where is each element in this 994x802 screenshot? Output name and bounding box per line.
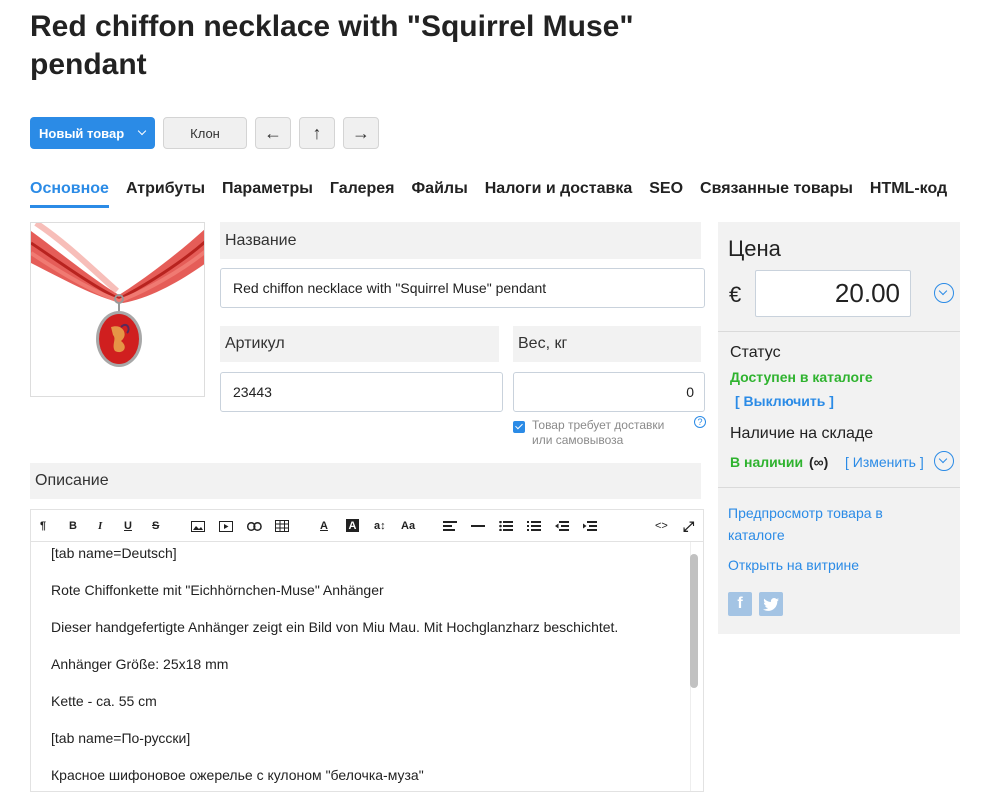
twitter-icon[interactable] bbox=[759, 592, 783, 616]
italic-icon[interactable]: I bbox=[98, 516, 102, 536]
delivery-checkbox-row[interactable]: Товар требует доставки или самовывоза bbox=[513, 418, 708, 448]
tab-files[interactable]: Файлы bbox=[412, 176, 468, 208]
table-icon[interactable] bbox=[275, 516, 289, 536]
up-arrow-icon[interactable]: ↑ bbox=[299, 117, 335, 149]
price-title: Цена bbox=[728, 236, 781, 261]
tab-html-code[interactable]: HTML-код bbox=[870, 176, 947, 208]
preview-link[interactable]: Предпросмотр товара в каталоге bbox=[728, 502, 918, 546]
action-toolbar: Новый товар Клон ← ↑ → bbox=[30, 117, 379, 149]
editor-line: Dieser handgefertigte Anhänger zeigt ein… bbox=[51, 619, 619, 635]
stock-label: Наличие на складе bbox=[730, 425, 874, 442]
new-product-label: Новый товар bbox=[39, 125, 125, 141]
outdent-icon[interactable] bbox=[555, 516, 569, 536]
link-icon[interactable] bbox=[247, 516, 262, 536]
tab-seo[interactable]: SEO bbox=[649, 176, 683, 208]
editor-line: Kette - ca. 55 cm bbox=[51, 693, 157, 709]
image-icon[interactable] bbox=[191, 516, 205, 536]
next-arrow-icon[interactable]: → bbox=[343, 117, 379, 149]
tab-gallery[interactable]: Галерея bbox=[330, 176, 395, 208]
delivery-text: Товар требует доставки или самовывоза bbox=[532, 418, 665, 447]
chevron-down-icon bbox=[137, 126, 147, 136]
fullscreen-icon[interactable]: ⤢ bbox=[683, 516, 694, 536]
price-sidebar: Цена € 20.00 Статус Доступен в каталоге … bbox=[718, 222, 960, 634]
editor-toolbar: ¶ B I U S A A a↕ Aa <> ⤢ bbox=[30, 509, 704, 542]
disable-link[interactable]: [ Выключить ] bbox=[735, 393, 834, 409]
indent-icon[interactable] bbox=[583, 516, 597, 536]
editor-line: Anhänger Größe: 25x18 mm bbox=[51, 656, 229, 672]
stock-quantity: (∞) bbox=[809, 454, 829, 470]
status-label: Статус bbox=[730, 344, 781, 361]
facebook-icon[interactable]: f bbox=[728, 592, 752, 616]
name-label: Название bbox=[220, 222, 701, 259]
description-editor[interactable]: [tab name=Deutsch] Rote Chiffonkette mit… bbox=[30, 542, 704, 792]
description-label: Описание bbox=[30, 463, 701, 499]
code-view-icon[interactable]: <> bbox=[655, 516, 668, 536]
tab-attributes[interactable]: Атрибуты bbox=[126, 176, 205, 208]
paragraph-icon[interactable]: ¶ bbox=[40, 516, 46, 536]
tab-taxes-delivery[interactable]: Налоги и доставка bbox=[485, 176, 633, 208]
sku-label: Артикул bbox=[220, 326, 499, 362]
editor-line: Красное шифоновое ожерелье с кулоном "бе… bbox=[51, 767, 424, 783]
strikethrough-icon[interactable]: S bbox=[152, 516, 159, 536]
weight-label: Вес, кг bbox=[513, 326, 701, 362]
name-input[interactable]: Red chiffon necklace with "Squirrel Muse… bbox=[220, 268, 705, 308]
stock-options-chevron-icon[interactable] bbox=[934, 451, 954, 471]
divider bbox=[718, 331, 960, 332]
price-input[interactable]: 20.00 bbox=[755, 270, 911, 317]
tab-parameters[interactable]: Параметры bbox=[222, 176, 313, 208]
help-icon[interactable]: ? bbox=[694, 416, 706, 428]
tab-main[interactable]: Основное bbox=[30, 176, 109, 208]
divider bbox=[718, 487, 960, 488]
storefront-link[interactable]: Открыть на витрине bbox=[728, 554, 859, 576]
page-title: Red chiffon necklace with "Squirrel Muse… bbox=[30, 10, 634, 81]
editor-line: [tab name=Deutsch] bbox=[51, 545, 177, 561]
editor-line: [tab name=По-русски] bbox=[51, 730, 191, 746]
stock-value: В наличии bbox=[730, 454, 804, 470]
product-image[interactable] bbox=[30, 222, 205, 397]
tab-related[interactable]: Связанные товары bbox=[700, 176, 853, 208]
underline-icon[interactable]: U bbox=[124, 516, 132, 536]
font-family-icon[interactable]: Aa bbox=[401, 516, 415, 536]
video-icon[interactable] bbox=[219, 516, 233, 536]
prev-arrow-icon[interactable]: ← bbox=[255, 117, 291, 149]
sku-input[interactable]: 23443 bbox=[220, 372, 503, 412]
clone-button[interactable]: Клон bbox=[163, 117, 247, 149]
numbered-list-icon[interactable] bbox=[527, 516, 541, 536]
horizontal-rule-icon[interactable] bbox=[471, 516, 485, 536]
tab-bar: Основное Атрибуты Параметры Галерея Файл… bbox=[30, 176, 947, 208]
font-color-icon[interactable]: A bbox=[320, 516, 328, 536]
delivery-checkbox[interactable] bbox=[513, 421, 525, 433]
new-product-button[interactable]: Новый товар bbox=[30, 117, 155, 149]
bold-icon[interactable]: B bbox=[69, 516, 77, 536]
font-size-icon[interactable]: a↕ bbox=[374, 516, 386, 536]
background-color-icon[interactable]: A bbox=[346, 519, 359, 532]
bullet-list-icon[interactable] bbox=[499, 516, 513, 536]
align-left-icon[interactable] bbox=[443, 516, 457, 536]
status-value: Доступен в каталоге bbox=[730, 369, 873, 385]
editor-line: Rote Chiffonkette mit "Eichhörnchen-Muse… bbox=[51, 582, 384, 598]
change-stock-link[interactable]: [ Изменить ] bbox=[845, 451, 924, 473]
currency-symbol: € bbox=[729, 282, 742, 307]
editor-scrollbar[interactable] bbox=[690, 554, 698, 688]
price-options-chevron-icon[interactable] bbox=[934, 283, 954, 303]
weight-input[interactable]: 0 bbox=[513, 372, 705, 412]
